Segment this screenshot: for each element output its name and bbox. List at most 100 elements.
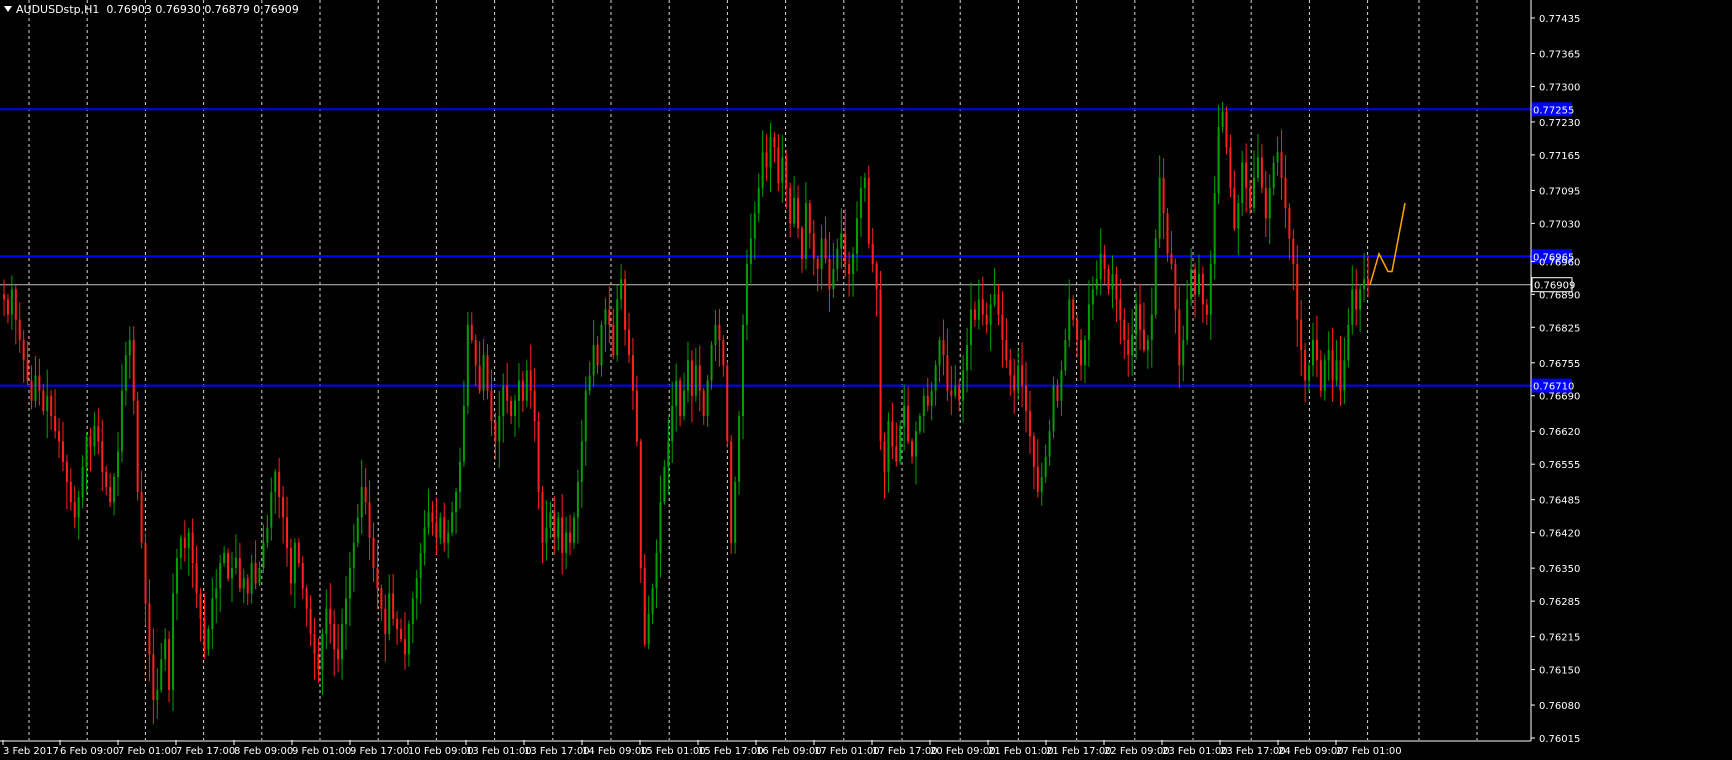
candle-body	[396, 618, 399, 629]
candle-body	[797, 198, 800, 229]
candle-body	[282, 497, 285, 518]
candle-body	[635, 390, 638, 442]
candle-body	[777, 147, 780, 183]
candle-body	[812, 233, 815, 259]
symbol-label: AUDUSDstp,H1	[16, 3, 100, 16]
price-chart[interactable]: 0.772550.769650.767100.76909 3 Feb 2017 6…	[0, 0, 1732, 760]
forecast-line	[1369, 202, 1406, 285]
x-axis-label: 13 Feb 17:00	[524, 746, 590, 757]
candle-body	[1028, 410, 1031, 437]
y-axis-label: 0.77030	[1539, 219, 1580, 230]
candle-body	[938, 339, 941, 366]
candle-body	[1076, 319, 1079, 340]
candle-body	[683, 390, 686, 417]
candle-body	[1083, 339, 1086, 366]
candle-body	[435, 522, 438, 538]
candle-body	[22, 339, 25, 361]
candle-body	[1253, 177, 1256, 209]
candle-body	[667, 441, 670, 467]
candle-body	[1304, 350, 1307, 381]
candle-body	[1182, 339, 1185, 366]
candle-body	[521, 380, 524, 401]
candle-body	[423, 527, 426, 553]
candle-body	[918, 416, 921, 432]
candle-body	[486, 355, 489, 391]
chart-window[interactable]: 0.77255 0.76965 0.76710 0.76909 3 Feb 2017 6…	[0, 0, 1732, 760]
candle-body	[1201, 274, 1204, 305]
candle-body	[400, 628, 403, 640]
candle-body	[753, 213, 756, 239]
candle-body	[514, 400, 517, 417]
candle-body	[537, 421, 540, 493]
candle-body	[946, 355, 949, 391]
candle-body	[124, 355, 127, 391]
candle-body	[1080, 339, 1083, 366]
horizontal-levels[interactable]: 0.772550.769650.767100.76909	[0, 102, 1575, 393]
candle-body	[1205, 304, 1208, 315]
x-axis-label: 20 Feb 09:00	[930, 746, 996, 757]
candle-body	[1052, 385, 1055, 432]
candle-body	[136, 400, 139, 493]
forecast-path	[1369, 202, 1406, 285]
candle-body	[1363, 279, 1366, 290]
candle-body	[557, 517, 560, 538]
candle-body	[950, 390, 953, 396]
level-price-label: 0.77255	[1533, 105, 1574, 116]
candle-body	[1123, 319, 1126, 340]
candle-body	[160, 659, 163, 690]
candle-body	[808, 203, 811, 234]
candle-body	[922, 395, 925, 417]
candle-body	[569, 532, 572, 543]
candle-body	[1256, 157, 1259, 178]
axes: 3 Feb 2017 6 Feb 09:007 Feb 01:007 Feb 17…	[0, 0, 1580, 757]
candle-body	[1139, 304, 1142, 330]
candle-body	[286, 517, 289, 548]
candle-body	[215, 588, 218, 599]
candle-body	[293, 542, 296, 584]
candle-body	[305, 588, 308, 609]
candle-body	[105, 471, 108, 488]
candle-body	[223, 552, 226, 564]
candle-body	[855, 218, 858, 254]
x-axis-label: 7 Feb 17:00	[176, 746, 235, 757]
candle-body	[69, 481, 72, 503]
x-axis-label: 10 Feb 09:00	[408, 746, 474, 757]
y-axis-label: 0.76555	[1539, 460, 1580, 471]
candle-body	[380, 588, 383, 609]
candle-body	[718, 324, 721, 340]
candle-body	[631, 355, 634, 391]
candle-body	[77, 497, 80, 518]
candle-body	[1319, 360, 1322, 391]
candle-body	[565, 532, 568, 553]
candle-body	[38, 375, 41, 391]
dropdown-triangle-icon[interactable]	[4, 6, 12, 12]
candle-body	[376, 568, 379, 589]
candle-body	[109, 487, 112, 503]
candle-body	[1150, 314, 1153, 340]
y-axis-label: 0.76215	[1539, 633, 1580, 644]
candle-body	[958, 385, 961, 401]
candle-body	[101, 441, 104, 472]
candle-body	[533, 390, 536, 422]
candle-body	[620, 279, 623, 300]
candle-body	[820, 238, 823, 269]
candle-body	[1166, 213, 1169, 254]
candle-body	[1335, 360, 1338, 381]
candle-body	[301, 563, 304, 589]
candle-body	[824, 238, 827, 259]
candle-body	[985, 314, 988, 325]
candle-body	[1001, 314, 1004, 340]
candle-body	[148, 603, 151, 655]
y-axis-label: 0.76620	[1539, 427, 1580, 438]
candle-body	[1111, 274, 1114, 290]
candle-body	[1351, 289, 1354, 325]
candle-body	[1300, 319, 1303, 351]
candle-body	[977, 299, 980, 320]
candle-body	[474, 339, 477, 366]
candle-body	[1068, 299, 1071, 340]
y-axis-label: 0.76755	[1539, 359, 1580, 370]
candle-body	[1213, 192, 1216, 264]
candle-body	[1209, 263, 1212, 315]
candle-body	[325, 608, 328, 635]
candle-body	[584, 390, 587, 442]
